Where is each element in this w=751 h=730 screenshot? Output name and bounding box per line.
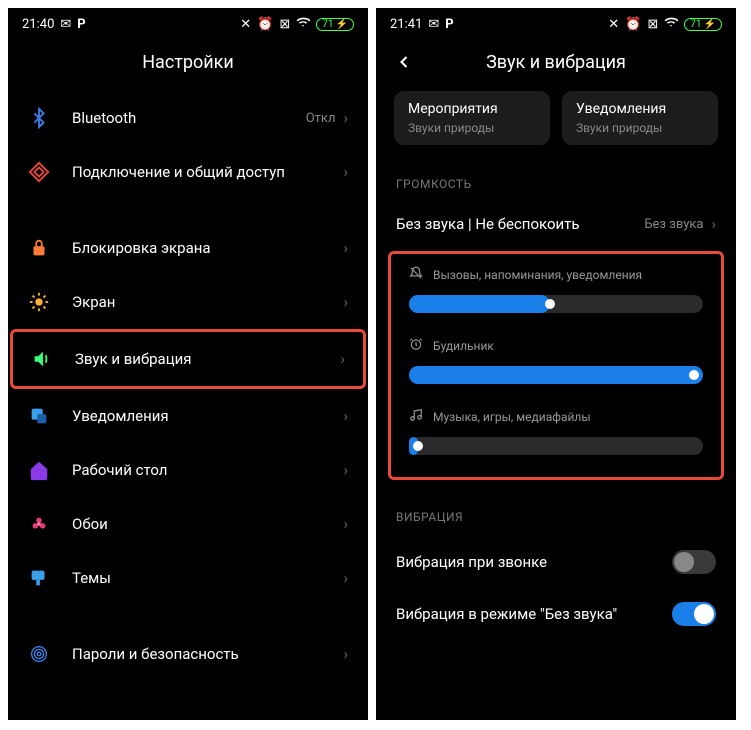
dnd-icon: ✕	[240, 17, 251, 32]
status-bar: 21:41 ✉ P ✕ ⏰ ⊠ 71⚡	[378, 10, 734, 38]
row-value: Откл	[306, 111, 336, 126]
row-wallpaper[interactable]: Обои ›	[10, 497, 366, 551]
phone-right: 21:41 ✉ P ✕ ⏰ ⊠ 71⚡ Звук и вибрация Меро…	[376, 8, 736, 720]
chip-sub: Звуки природы	[408, 121, 536, 135]
chevron-right-icon: ›	[343, 515, 348, 533]
wifi-icon	[296, 15, 310, 33]
toggle-switch[interactable]	[672, 602, 716, 626]
alarm-icon: ⏰	[625, 17, 641, 32]
slider-calls: Вызовы, напоминания, уведомления	[391, 256, 721, 327]
row-label: Блокировка экрана	[72, 239, 343, 257]
section-vibration: ВИБРАЦИЯ	[378, 486, 734, 536]
chip-events[interactable]: Мероприятия Звуки природы	[394, 91, 550, 145]
page-title: Звук и вибрация	[378, 38, 734, 91]
row-label: Подключение и общий доступ	[72, 163, 343, 181]
volume-sliders-group: Вызовы, напоминания, уведомления Будильн…	[388, 251, 724, 480]
row-label: Темы	[72, 569, 343, 587]
fingerprint-icon	[28, 643, 50, 665]
chevron-right-icon: ›	[340, 350, 345, 368]
row-label: Звук и вибрация	[75, 350, 340, 368]
box-icon: ⊠	[279, 17, 290, 32]
slider-media: Музыка, игры, медиафайлы	[391, 398, 721, 469]
music-icon	[409, 408, 423, 425]
wifi-icon	[664, 15, 678, 33]
speaker-icon	[31, 348, 53, 370]
dnd-icon: ✕	[608, 17, 619, 32]
page-title: Настройки	[10, 38, 366, 91]
bluetooth-icon	[28, 107, 50, 129]
phone-left: 21:40 ✉ P ✕ ⏰ ⊠ 71⚡ Настройки Bluetooth …	[8, 8, 368, 720]
lock-icon	[28, 237, 50, 259]
p-icon: P	[445, 17, 453, 32]
chevron-right-icon: ›	[711, 215, 716, 233]
chevron-right-icon: ›	[343, 163, 348, 181]
share-icon	[28, 161, 50, 183]
box-icon: ⊠	[647, 17, 658, 32]
toggle-label: Вибрация при звонке	[396, 553, 547, 571]
slider-label-text: Будильник	[433, 339, 494, 353]
toggle-switch[interactable]	[672, 550, 716, 574]
brush-icon	[28, 567, 50, 589]
mail-icon: ✉	[428, 17, 439, 32]
home-icon	[28, 459, 50, 481]
slider-track[interactable]	[409, 295, 703, 313]
status-time: 21:41	[390, 17, 422, 32]
alarm-icon: ⏰	[257, 17, 273, 32]
notif-icon	[28, 405, 50, 427]
sun-icon	[28, 291, 50, 313]
back-button[interactable]	[394, 52, 414, 77]
slider-track[interactable]	[409, 366, 703, 384]
section-volume: ГРОМКОСТЬ	[378, 153, 734, 203]
row-silent-mode[interactable]: Без звука | Не беспокоить Без звука ›	[378, 203, 734, 245]
status-time: 21:40	[22, 17, 54, 32]
chevron-right-icon: ›	[343, 239, 348, 257]
toggle-vibrate-silent[interactable]: Вибрация в режиме "Без звука"	[378, 588, 734, 640]
row-label: Рабочий стол	[72, 461, 343, 479]
chevron-right-icon: ›	[343, 407, 348, 425]
row-notif[interactable]: Уведомления ›	[10, 389, 366, 443]
chevron-right-icon: ›	[343, 645, 348, 663]
row-bluetooth[interactable]: Bluetooth Откл ›	[10, 91, 366, 145]
chip-title: Уведомления	[576, 101, 704, 117]
row-label: Экран	[72, 293, 343, 311]
chip-title: Мероприятия	[408, 101, 536, 117]
chevron-right-icon: ›	[343, 293, 348, 311]
row-screen[interactable]: Экран ›	[10, 275, 366, 329]
slider-label-text: Музыка, игры, медиафайлы	[433, 410, 591, 424]
battery-indicator: 71⚡	[684, 18, 722, 31]
row-sound[interactable]: Звук и вибрация ›	[10, 329, 366, 389]
chevron-right-icon: ›	[343, 109, 348, 127]
chip-sub: Звуки природы	[576, 121, 704, 135]
row-desktop[interactable]: Рабочий стол ›	[10, 443, 366, 497]
toggle-vibrate-ring[interactable]: Вибрация при звонке	[378, 536, 734, 588]
row-lock[interactable]: Блокировка экрана ›	[10, 221, 366, 275]
row-label: Уведомления	[72, 407, 343, 425]
settings-list: Bluetooth Откл › Подключение и общий дос…	[10, 91, 366, 681]
slider-alarm: Будильник	[391, 327, 721, 398]
toggle-label: Вибрация в режиме "Без звука"	[396, 605, 617, 623]
status-bar: 21:40 ✉ P ✕ ⏰ ⊠ 71⚡	[10, 10, 366, 38]
row-themes[interactable]: Темы ›	[10, 551, 366, 605]
battery-indicator: 71⚡	[316, 18, 354, 31]
row-label: Обои	[72, 515, 343, 533]
chip-notifications[interactable]: Уведомления Звуки природы	[562, 91, 718, 145]
row-share[interactable]: Подключение и общий доступ ›	[10, 145, 366, 199]
alarm-icon	[409, 337, 423, 354]
row-security[interactable]: Пароли и безопасность ›	[10, 627, 366, 681]
p-icon: P	[77, 17, 85, 32]
row-label: Без звука | Не беспокоить	[396, 215, 644, 233]
mail-icon: ✉	[60, 17, 71, 32]
slider-track[interactable]	[409, 437, 703, 455]
chevron-right-icon: ›	[343, 461, 348, 479]
bell-off-icon	[409, 266, 423, 283]
chevron-right-icon: ›	[343, 569, 348, 587]
flower-icon	[28, 513, 50, 535]
row-label: Пароли и безопасность	[72, 645, 343, 663]
sound-chips: Мероприятия Звуки природы Уведомления Зв…	[378, 91, 734, 153]
row-label: Bluetooth	[72, 109, 306, 127]
slider-label-text: Вызовы, напоминания, уведомления	[433, 268, 642, 282]
row-value: Без звука	[644, 217, 703, 232]
